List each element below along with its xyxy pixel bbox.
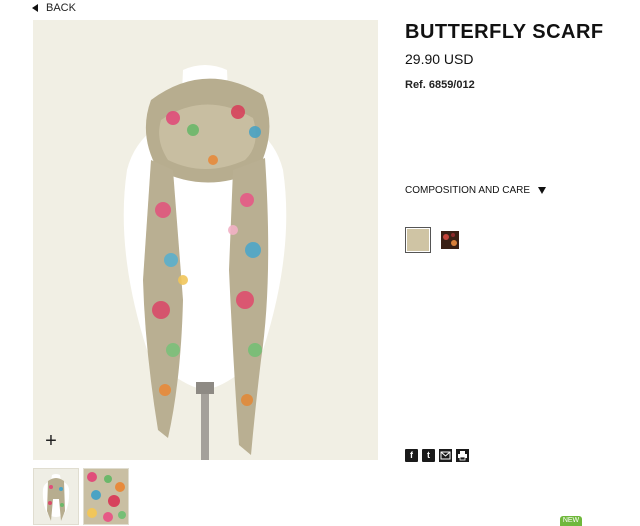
composition-label: COMPOSITION AND CARE <box>405 185 531 196</box>
share-icons: f t <box>405 449 469 462</box>
thumbnail-strip <box>33 468 129 525</box>
composition-and-care-toggle[interactable]: COMPOSITION AND CARE <box>405 185 547 196</box>
product-price: 29.90 USD <box>405 51 474 67</box>
caret-down-icon <box>538 187 547 194</box>
twitter-icon[interactable]: t <box>422 449 435 462</box>
new-badge: NEW <box>560 516 582 526</box>
plus-icon: + <box>45 430 57 452</box>
thumbnail-1[interactable] <box>33 468 79 525</box>
envelope-shape <box>439 449 452 462</box>
back-link[interactable]: BACK <box>32 2 76 14</box>
zoom-button[interactable]: + <box>42 430 60 452</box>
product-main-image[interactable] <box>33 20 378 460</box>
swatch-beige[interactable] <box>405 227 431 253</box>
print-icon[interactable] <box>456 449 469 462</box>
thumbnail-mannequin-image <box>34 469 78 524</box>
scarf-on-mannequin-illustration <box>33 20 378 460</box>
back-label: BACK <box>46 2 76 14</box>
facebook-icon[interactable]: f <box>405 449 418 462</box>
back-arrow-icon <box>32 4 38 12</box>
swatch-beige-fill <box>407 229 429 251</box>
swatch-dark-pattern <box>441 231 459 249</box>
printer-shape <box>456 449 469 462</box>
color-swatches <box>405 227 459 253</box>
product-reference: Ref. 6859/012 <box>405 79 475 91</box>
thumbnail-2[interactable] <box>83 468 129 525</box>
thumbnail-pattern-image <box>84 469 128 524</box>
email-icon[interactable] <box>439 449 452 462</box>
product-title: BUTTERFLY SCARF <box>405 21 604 43</box>
swatch-dark[interactable] <box>441 231 459 249</box>
